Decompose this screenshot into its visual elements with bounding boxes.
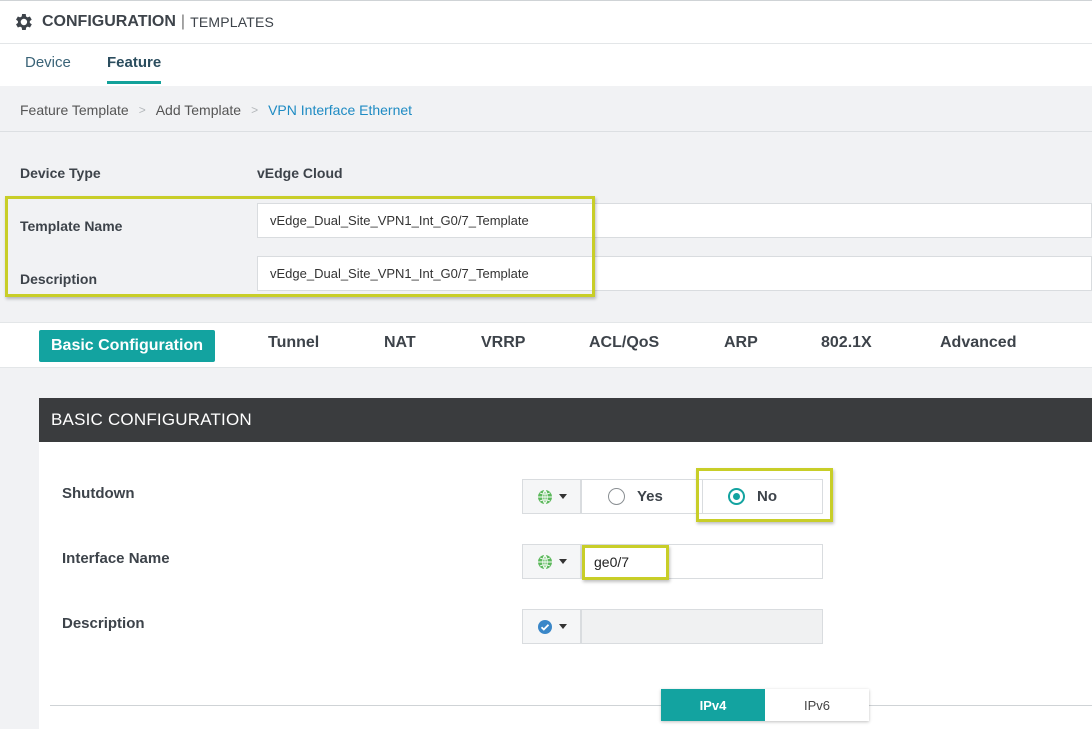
main-tabs: Device Feature — [0, 44, 1092, 86]
radio-yes-icon — [608, 488, 625, 505]
device-type-value: vEdge Cloud — [257, 165, 343, 181]
globe-icon — [537, 554, 552, 569]
chevron-down-icon — [558, 494, 567, 499]
gear-icon — [16, 14, 32, 30]
breadcrumb-add-template[interactable]: Add Template — [156, 102, 241, 118]
globe-icon — [537, 489, 552, 504]
page-title: CONFIGURATION — [42, 13, 176, 30]
tab-basic-configuration[interactable]: Basic Configuration — [39, 330, 215, 362]
title-separator: | — [180, 13, 186, 30]
tab-nat[interactable]: NAT — [384, 334, 416, 352]
highlight-template-fields — [5, 196, 595, 297]
highlight-shutdown-no — [696, 468, 833, 522]
check-circle-icon — [537, 619, 552, 634]
page-header: CONFIGURATION | TEMPLATES — [0, 0, 1092, 44]
description-scope-dropdown[interactable] — [522, 609, 581, 644]
chevron-down-icon — [558, 624, 567, 629]
breadcrumb-feature-template[interactable]: Feature Template — [20, 102, 129, 118]
shutdown-yes-radio[interactable]: Yes — [581, 479, 703, 514]
chevron-down-icon — [558, 559, 567, 564]
interface-name-scope-dropdown[interactable] — [522, 544, 581, 579]
page-subtitle: TEMPLATES — [190, 14, 275, 30]
tab-8021x[interactable]: 802.1X — [821, 334, 872, 352]
tab-vrrp[interactable]: VRRP — [481, 334, 525, 352]
tab-feature[interactable]: Feature — [107, 54, 162, 84]
config-description-input[interactable] — [581, 609, 823, 644]
divider — [0, 131, 1092, 132]
basic-config-heading: BASIC CONFIGURATION — [39, 398, 1092, 442]
ip-version-tabs: IPv4 IPv6 — [661, 689, 869, 721]
tab-acl-qos[interactable]: ACL/QoS — [589, 334, 659, 352]
section-tabs: Basic Configuration Tunnel NAT VRRP ACL/… — [0, 322, 1092, 368]
config-description-label: Description — [62, 615, 145, 632]
shutdown-scope-dropdown[interactable] — [522, 479, 581, 514]
interface-name-label: Interface Name — [62, 550, 170, 567]
device-type-label: Device Type — [20, 165, 101, 181]
tab-arp[interactable]: ARP — [724, 334, 758, 352]
tab-tunnel[interactable]: Tunnel — [268, 334, 319, 352]
tab-device[interactable]: Device — [25, 54, 71, 84]
tab-ipv4[interactable]: IPv4 — [661, 689, 765, 721]
shutdown-label: Shutdown — [62, 485, 135, 502]
tab-ipv6[interactable]: IPv6 — [765, 689, 869, 721]
breadcrumb-current: VPN Interface Ethernet — [268, 102, 413, 118]
shutdown-yes-label: Yes — [637, 488, 663, 505]
breadcrumb-separator: > — [251, 103, 259, 117]
breadcrumb-separator: > — [138, 103, 146, 117]
ip-tabs-divider — [50, 705, 1092, 706]
breadcrumb: Feature Template > Add Template > VPN In… — [20, 102, 412, 118]
tab-advanced[interactable]: Advanced — [940, 334, 1016, 352]
highlight-interface-name — [582, 545, 669, 580]
